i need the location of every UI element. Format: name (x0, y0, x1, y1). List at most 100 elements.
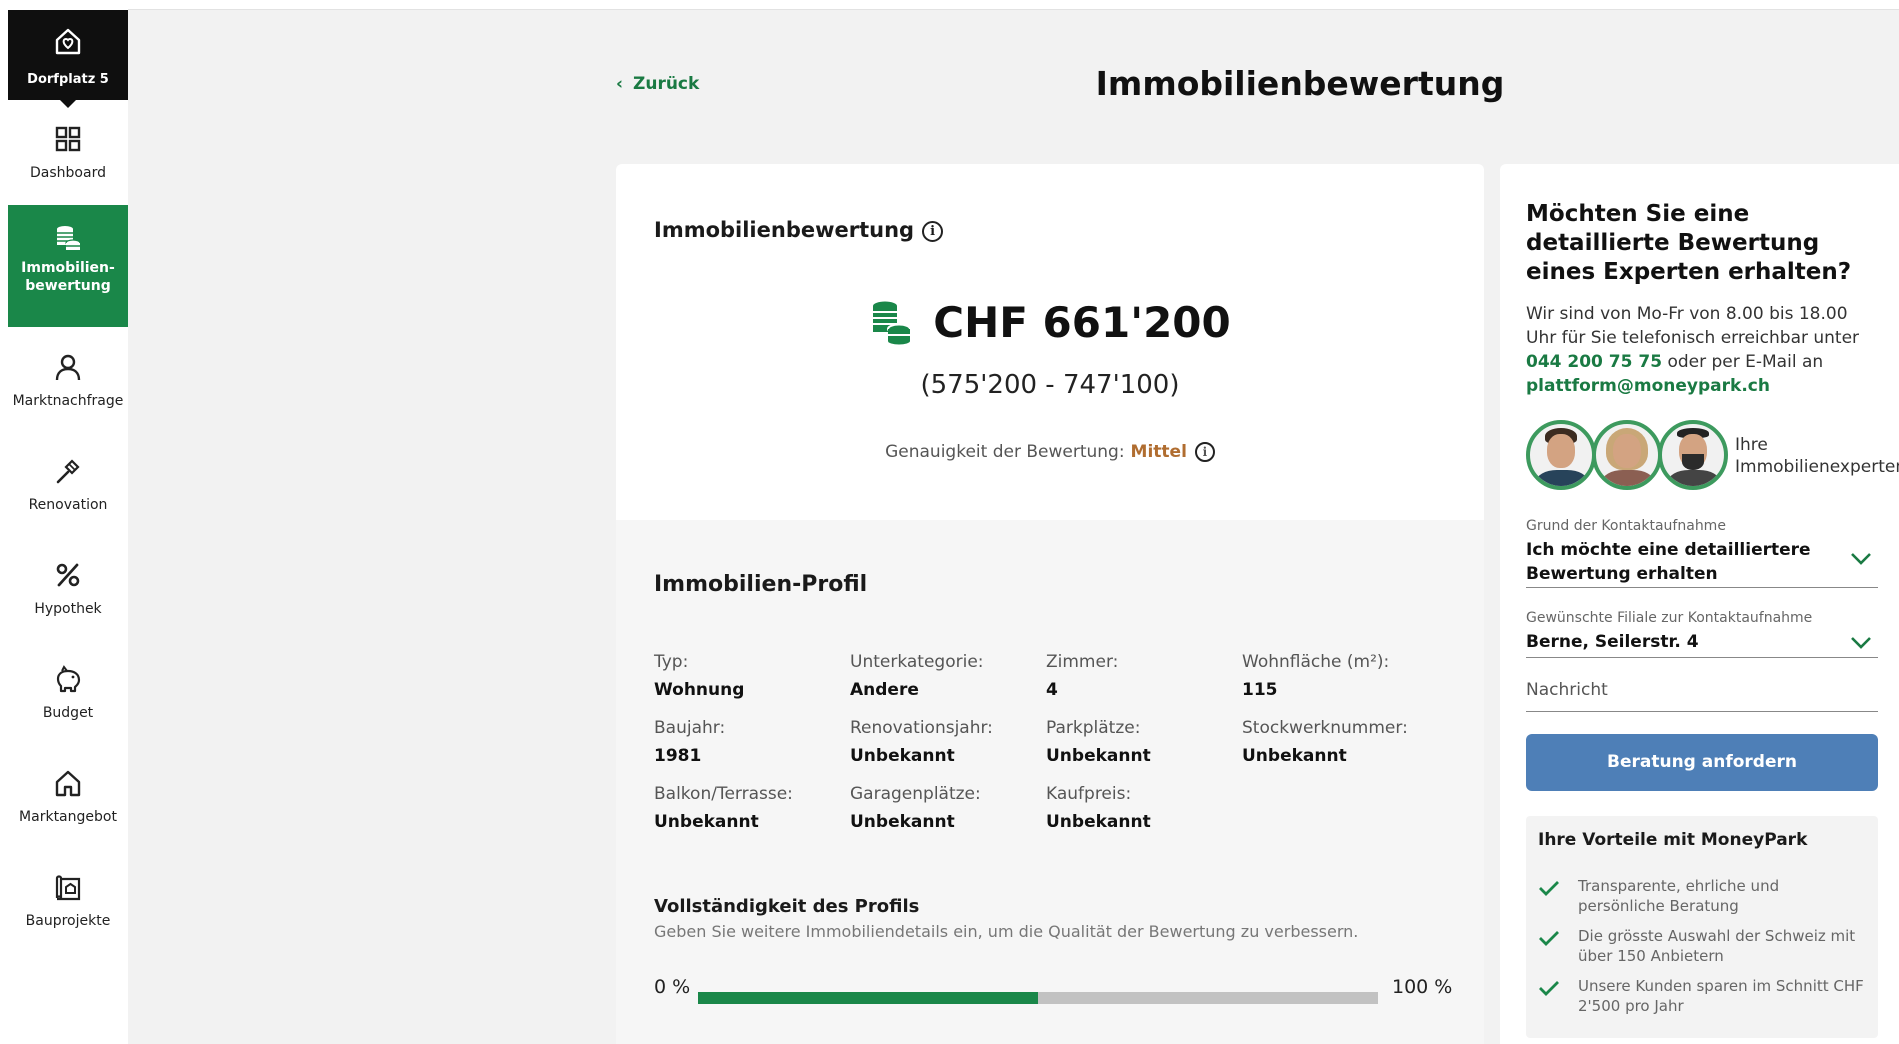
checkmark-icon (1539, 981, 1559, 996)
branch-label: Gewünschte Filiale zur Kontaktaufnahme (1526, 610, 1813, 626)
field-label: Stockwerknummer: (1242, 718, 1408, 738)
sidebar-item-label: Hypothek (34, 601, 102, 617)
completeness-progress-bar (698, 992, 1378, 1004)
sidebar-item-bauprojekte[interactable]: Bauprojekte (8, 854, 128, 958)
sidebar-item-renovation[interactable]: Renovation (8, 438, 128, 542)
experts-label-2: Immobilienexperten (1735, 457, 1899, 477)
chevron-down-icon (1851, 553, 1871, 565)
completeness-hint: Geben Sie weitere Immobiliendetails ein,… (654, 922, 1359, 941)
sidebar-property-home[interactable]: Dorfplatz 5 (8, 10, 128, 108)
back-link[interactable]: ‹ Zurück (616, 74, 699, 94)
profile-field-wohnflaeche: Wohnfläche (m²): 115 (1242, 652, 1432, 700)
advantage-item: Die grösste Auswahl der Schweiz mit über… (1538, 926, 1868, 966)
sidebar-item-label: Immobilien- bewertung (21, 260, 115, 294)
chevron-down-icon (1851, 637, 1871, 649)
email-link[interactable]: plattform@moneypark.ch (1526, 376, 1770, 396)
accuracy-info-icon[interactable]: i (1194, 442, 1215, 462)
field-value: 115 (1242, 680, 1278, 700)
field-value: Unbekannt (850, 812, 955, 832)
contact-text: Wir sind von Mo-Fr von 8.00 bis 18.00 Uh… (1526, 302, 1876, 398)
info-icon[interactable]: i (922, 220, 944, 242)
field-label: Renovationsjahr: (850, 718, 993, 738)
profile-field-unterkategorie: Unterkategorie: Andere (850, 652, 1040, 700)
avatar (1592, 420, 1662, 490)
field-value: Unbekannt (850, 746, 955, 766)
valuation-amount: CHF 661'200 (616, 298, 1484, 349)
chevron-left-icon: ‹ (616, 74, 624, 94)
sidebar-item-marktangebot[interactable]: Marktangebot (8, 750, 128, 854)
valuation-accuracy: Genauigkeit der Bewertung: Mittel i (616, 442, 1484, 462)
accuracy-label: Genauigkeit der Bewertung: (885, 442, 1125, 462)
percent-icon (56, 563, 80, 587)
message-input[interactable] (1526, 680, 1878, 700)
coins-icon (57, 226, 81, 250)
profile-field-zimmer: Zimmer: 4 (1046, 652, 1236, 700)
contact-card: Möchten Sie eine detaillierte Bewertung … (1500, 164, 1899, 1044)
avatar (1526, 420, 1596, 490)
sidebar-item-dashboard[interactable]: Dashboard (8, 106, 128, 210)
profile-field-garagenplaetze: Garagenplätze: Unbekannt (850, 784, 1040, 832)
property-profile-section: Immobilien-Profil Typ: Wohnung Unterkateg… (616, 520, 1484, 1044)
profile-field-typ: Typ: Wohnung (654, 652, 844, 700)
hammer-icon (56, 459, 80, 484)
valuation-card: Immobilienbewertung i CHF 661'200 (575'20… (616, 164, 1484, 1044)
experts-label-1: Ihre (1735, 435, 1768, 455)
sidebar-item-marktnachfrage[interactable]: Marktnachfrage (8, 334, 128, 438)
profile-field-balkon: Balkon/Terrasse: Unbekannt (654, 784, 844, 832)
piggy-bank-icon (56, 665, 81, 693)
field-value: Unbekannt (654, 812, 759, 832)
valuation-title: Immobilienbewertung i (654, 218, 944, 242)
checkmark-icon (1539, 881, 1559, 896)
advantage-item: Unsere Kunden sparen im Schnitt CHF 2'50… (1538, 976, 1868, 1016)
sidebar-item-hypothek[interactable]: Hypothek (8, 542, 128, 646)
field-label: Typ: (654, 652, 689, 672)
message-field[interactable] (1526, 680, 1878, 712)
sidebar-item-label: Marktangebot (19, 809, 117, 825)
sidebar-item-immobilienbewertung[interactable]: Immobilien- bewertung (8, 205, 128, 327)
advantage-text: Unsere Kunden sparen im Schnitt CHF 2'50… (1578, 977, 1864, 1015)
contact-text-2: oder per E-Mail an (1667, 352, 1824, 372)
contact-text-1: Wir sind von Mo-Fr von 8.00 bis 18.00 Uh… (1526, 304, 1860, 348)
field-label: Balkon/Terrasse: (654, 784, 793, 804)
reason-label: Grund der Kontaktaufnahme (1526, 518, 1726, 534)
sidebar-item-label: Dashboard (30, 165, 106, 181)
field-value: Unbekannt (1046, 746, 1151, 766)
valuation-amount-text: CHF 661'200 (933, 298, 1231, 347)
field-label: Garagenplätze: (850, 784, 981, 804)
contact-title: Möchten Sie eine detaillierte Bewertung … (1526, 201, 1852, 285)
field-label: Baujahr: (654, 718, 726, 738)
advantages-box: Ihre Vorteile mit MoneyPark Transparente… (1526, 816, 1878, 1038)
field-label: Parkplätze: (1046, 718, 1141, 738)
field-label: Zimmer: (1046, 652, 1119, 672)
person-icon (55, 354, 81, 381)
phone-link[interactable]: 044 200 75 75 (1526, 352, 1662, 372)
completeness-title: Vollständigkeit des Profils (654, 896, 920, 917)
field-label: Unterkategorie: (850, 652, 984, 672)
page-title: Immobilienbewertung (1095, 64, 1505, 103)
request-consultation-button[interactable]: Beratung anfordern (1526, 734, 1878, 791)
profile-title: Immobilien-Profil (654, 572, 868, 597)
advantages-title: Ihre Vorteile mit MoneyPark (1538, 830, 1808, 850)
completeness-progress-fill (698, 992, 1038, 1004)
advantage-text: Transparente, ehrliche und persönliche B… (1578, 877, 1780, 915)
valuation-title-text: Immobilienbewertung (654, 218, 915, 242)
top-border (0, 0, 1899, 10)
branch-select[interactable]: Gewünschte Filiale zur Kontaktaufnahme B… (1526, 610, 1878, 658)
advantage-text: Die grösste Auswahl der Schweiz mit über… (1578, 927, 1856, 965)
profile-field-baujahr: Baujahr: 1981 (654, 718, 844, 766)
avatar (1658, 420, 1728, 490)
house-heart-icon (55, 28, 81, 55)
advantage-item: Transparente, ehrliche und persönliche B… (1538, 876, 1868, 916)
house-icon (55, 770, 81, 797)
field-value: Unbekannt (1242, 746, 1347, 766)
sidebar-item-budget[interactable]: Budget (8, 646, 128, 750)
sidebar-home-label: Dorfplatz 5 (27, 72, 109, 87)
reason-select[interactable]: Grund der Kontaktaufnahme Ich möchte ein… (1526, 518, 1878, 588)
field-label: Wohnfläche (m²): (1242, 652, 1390, 672)
field-value: 4 (1046, 680, 1058, 700)
back-label: Zurück (633, 74, 700, 94)
sidebar-item-label: Bauprojekte (25, 913, 111, 929)
experts-label: Ihre Immobilienexperten (1735, 434, 1899, 478)
profile-field-renovationsjahr: Renovationsjahr: Unbekannt (850, 718, 1040, 766)
progress-max-label: 100 % (1392, 976, 1453, 998)
